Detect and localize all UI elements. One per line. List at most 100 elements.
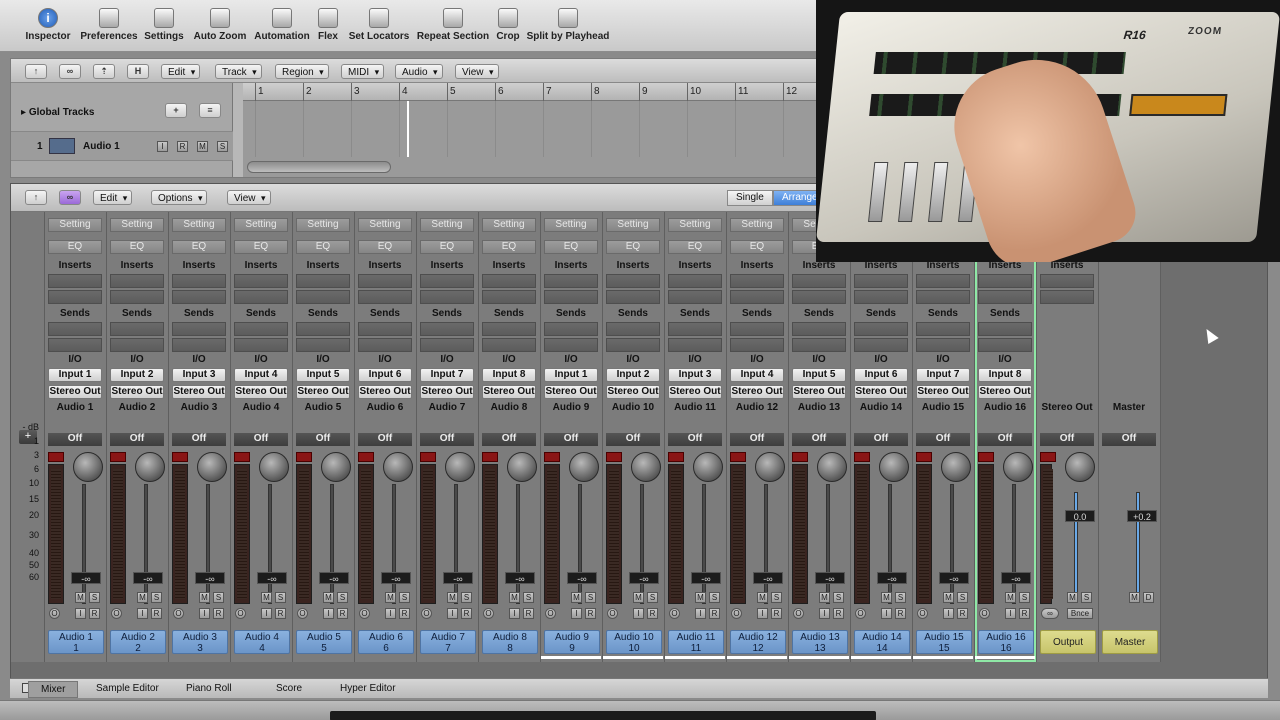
mute-button[interactable]: M	[385, 592, 396, 603]
input-selector[interactable]: Input 8	[978, 368, 1032, 382]
channel-strip[interactable]: SettingEQInsertsSendsI/OInput 6Stereo Ou…	[851, 212, 913, 662]
send-slot[interactable]	[482, 338, 536, 352]
volume-fader[interactable]	[578, 484, 582, 604]
timeline[interactable]: 1 2 3 4 5 6 7 8 9 10 11 12	[243, 83, 827, 177]
record-enable-button[interactable]	[978, 452, 994, 462]
solo-button[interactable]: S	[957, 592, 968, 603]
monitor-button[interactable]: O	[545, 608, 556, 619]
send-slot[interactable]	[172, 322, 226, 336]
insert-slot[interactable]	[234, 290, 288, 304]
volume-fader[interactable]	[516, 484, 520, 604]
insert-slot[interactable]	[854, 274, 908, 288]
channel-name-tag[interactable]: Audio 16 16	[978, 630, 1034, 654]
insert-slot[interactable]	[606, 290, 660, 304]
split-by-playhead-button[interactable]: Split by Playhead	[518, 8, 618, 48]
monitor-button[interactable]: O	[49, 608, 60, 619]
monitor-button[interactable]: O	[793, 608, 804, 619]
input-selector[interactable]: Input 5	[792, 368, 846, 382]
input-selector[interactable]: Input 4	[234, 368, 288, 382]
monitor-button[interactable]: O	[979, 608, 990, 619]
send-slot[interactable]	[420, 322, 474, 336]
insert-slot[interactable]	[1040, 274, 1094, 288]
output-selector[interactable]: Stereo Out	[854, 385, 908, 399]
channel-name-tag[interactable]: Audio 77	[420, 630, 476, 654]
channel-name-tag[interactable]: Audio 99	[544, 630, 600, 654]
channel-strip[interactable]: SettingEQInsertsSendsI/OInput 7Stereo Ou…	[913, 212, 975, 662]
dim-button[interactable]: D	[1143, 592, 1154, 603]
volume-fader[interactable]	[702, 484, 706, 604]
channel-strip[interactable]: SettingEQInsertsSendsI/OInput 7Stereo Ou…	[417, 212, 479, 662]
input-monitor-button[interactable]: I	[323, 608, 334, 619]
tab-sample-editor[interactable]: Sample Editor	[96, 683, 159, 694]
send-slot[interactable]	[296, 322, 350, 336]
channel-name-tag[interactable]: Audio 12 12	[730, 630, 786, 654]
automation-mode-button[interactable]: Off	[234, 433, 288, 446]
output-selector[interactable]: Stereo Out	[482, 385, 536, 399]
automation-mode-button[interactable]: Off	[916, 433, 970, 446]
output-selector[interactable]: Stereo Out	[420, 385, 474, 399]
channel-name-tag[interactable]: Audio 14 14	[854, 630, 910, 654]
menu-midi[interactable]: MIDI	[341, 64, 385, 80]
automation-mode-button[interactable]: Off	[668, 433, 722, 446]
eq-display[interactable]: EQ	[110, 240, 164, 254]
solo-button[interactable]: S	[585, 592, 596, 603]
automation-mode-button[interactable]: Off	[792, 433, 846, 446]
insert-slot[interactable]	[110, 274, 164, 288]
mute-button[interactable]: M	[757, 592, 768, 603]
input-monitor-button[interactable]: I	[199, 608, 210, 619]
automation-mode-button[interactable]: Off	[482, 433, 536, 446]
insert-slot[interactable]	[358, 274, 412, 288]
send-slot[interactable]	[854, 338, 908, 352]
solo-button[interactable]: S	[461, 592, 472, 603]
insert-slot[interactable]	[110, 290, 164, 304]
mute-button[interactable]: M	[881, 592, 892, 603]
monitor-button[interactable]: O	[917, 608, 928, 619]
record-enable-button[interactable]	[358, 452, 374, 462]
back-icon[interactable]: ↑	[25, 64, 47, 79]
monitor-button[interactable]: O	[669, 608, 680, 619]
send-slot[interactable]	[978, 322, 1032, 336]
insert-slot[interactable]	[668, 290, 722, 304]
setting-button[interactable]: Setting	[482, 218, 536, 232]
mute-button[interactable]: M	[695, 592, 706, 603]
send-slot[interactable]	[792, 322, 846, 336]
record-button[interactable]: R	[213, 608, 224, 619]
volume-fader[interactable]	[950, 484, 954, 604]
output-selector[interactable]: Stereo Out	[172, 385, 226, 399]
input-monitor-button[interactable]: I	[385, 608, 396, 619]
output-selector[interactable]: Stereo Out	[544, 385, 598, 399]
tab-piano-roll[interactable]: Piano Roll	[186, 683, 232, 694]
output-selector[interactable]: Stereo Out	[234, 385, 288, 399]
channel-name-tag[interactable]: Audio 44	[234, 630, 290, 654]
channel-name-tag[interactable]: Audio 10 10	[606, 630, 662, 654]
record-enable-button[interactable]	[916, 452, 932, 462]
channel-strip[interactable]: SettingEQInsertsSendsI/OInput 5Stereo Ou…	[789, 212, 851, 662]
eq-display[interactable]: EQ	[234, 240, 288, 254]
record-button[interactable]: R	[895, 608, 906, 619]
input-selector[interactable]: Input 3	[668, 368, 722, 382]
insert-slot[interactable]	[234, 274, 288, 288]
monitor-button[interactable]: O	[297, 608, 308, 619]
input-selector[interactable]: Input 7	[916, 368, 970, 382]
input-selector[interactable]: Input 5	[296, 368, 350, 382]
pan-knob[interactable]	[135, 452, 165, 482]
input-selector[interactable]: Input 6	[854, 368, 908, 382]
input-monitor-button[interactable]: I	[757, 608, 768, 619]
setting-button[interactable]: Setting	[668, 218, 722, 232]
output-selector[interactable]: Stereo Out	[792, 385, 846, 399]
input-selector[interactable]: Input 2	[606, 368, 660, 382]
setting-button[interactable]: Setting	[420, 218, 474, 232]
record-button[interactable]: R	[151, 608, 162, 619]
send-slot[interactable]	[420, 338, 474, 352]
solo-button[interactable]: S	[523, 592, 534, 603]
solo-button[interactable]: S	[833, 592, 844, 603]
output-selector[interactable]: Stereo Out	[978, 385, 1032, 399]
volume-fader[interactable]	[764, 484, 768, 604]
solo-button[interactable]: S	[709, 592, 720, 603]
input-monitor-button[interactable]: I	[819, 608, 830, 619]
mute-button[interactable]: M	[137, 592, 148, 603]
solo-button[interactable]: S	[647, 592, 658, 603]
automation-mode-button[interactable]: Off	[606, 433, 660, 446]
channel-strip[interactable]: Setting EQ Inserts Sends I/O Input 1 Stereo Ou…	[45, 212, 107, 662]
automation-mode-button[interactable]: Off	[978, 433, 1032, 446]
